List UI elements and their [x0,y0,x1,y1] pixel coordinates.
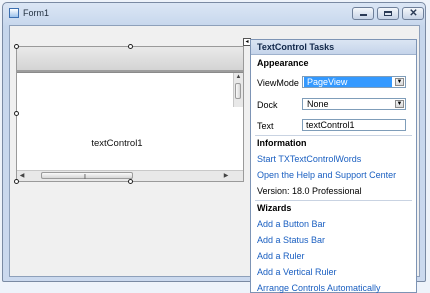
resize-handle-bottom[interactable] [128,179,133,184]
text-field[interactable]: textControl1 [302,119,406,131]
text-label: Text [257,121,274,131]
text-control[interactable]: ▲ textControl1 ◀ ||| ▶ [16,46,244,182]
viewmode-label: ViewMode [257,78,299,88]
viewmode-select[interactable]: PageView ▼ [302,76,406,88]
text-field-value: textControl1 [306,120,355,130]
close-icon: ✕ [409,8,418,19]
dock-label: Dock [257,100,278,110]
tasks-title: TextControl Tasks [257,42,335,52]
add-vertical-ruler-link[interactable]: Add a Vertical Ruler [257,267,337,277]
close-button[interactable]: ✕ [402,7,424,20]
form-icon [9,8,19,18]
minimize-button[interactable] [352,7,374,20]
add-status-bar-link[interactable]: Add a Status Bar [257,235,325,245]
tasks-header: TextControl Tasks [251,40,416,55]
information-heading: Information [257,138,307,148]
wizards-heading: Wizards [257,203,292,213]
resize-handle-left[interactable] [14,111,19,116]
maximize-icon [384,11,392,16]
chevron-down-icon[interactable]: ▼ [395,100,404,108]
control-name-label: textControl1 [91,138,143,149]
divider [255,135,412,136]
vertical-scrollbar[interactable]: ▲ [233,73,243,107]
start-words-link[interactable]: Start TXTextControlWords [257,154,361,164]
resize-handle-top-left[interactable] [14,44,19,49]
scroll-up-icon[interactable]: ▲ [234,73,243,82]
help-center-link[interactable]: Open the Help and Support Center [257,170,396,180]
chevron-down-icon[interactable]: ▼ [395,78,404,86]
vertical-scroll-thumb[interactable] [235,83,241,99]
divider [255,200,412,201]
add-button-bar-link[interactable]: Add a Button Bar [257,219,326,229]
scroll-right-icon[interactable]: ▶ [221,171,231,181]
dock-value: None [307,99,329,109]
version-text: Version: 18.0 Professional [257,186,362,196]
resize-handle-bottom-left[interactable] [14,179,19,184]
form-window: Form1 ✕ ▲ textControl1 ◀ ||| ▶ ◂ TextCon… [2,2,426,293]
viewmode-value: PageView [304,77,392,87]
appearance-heading: Appearance [257,58,309,68]
ruler-line [17,70,243,72]
dock-select[interactable]: None ▼ [302,98,406,110]
maximize-button[interactable] [377,7,399,20]
add-ruler-link[interactable]: Add a Ruler [257,251,305,261]
minimize-icon [360,14,367,16]
arrange-controls-link[interactable]: Arrange Controls Automatically [257,283,381,293]
horizontal-scroll-thumb[interactable]: ||| [41,172,133,180]
grip-icon: ||| [84,174,86,180]
form-client-area[interactable]: ▲ textControl1 ◀ ||| ▶ ◂ TextControl Tas… [9,25,420,293]
text-control-top-area [17,47,243,73]
title-bar[interactable]: Form1 ✕ [3,3,425,25]
tasks-panel: TextControl Tasks Appearance ViewMode Pa… [250,39,417,293]
resize-handle-top[interactable] [128,44,133,49]
window-title: Form1 [23,8,50,18]
